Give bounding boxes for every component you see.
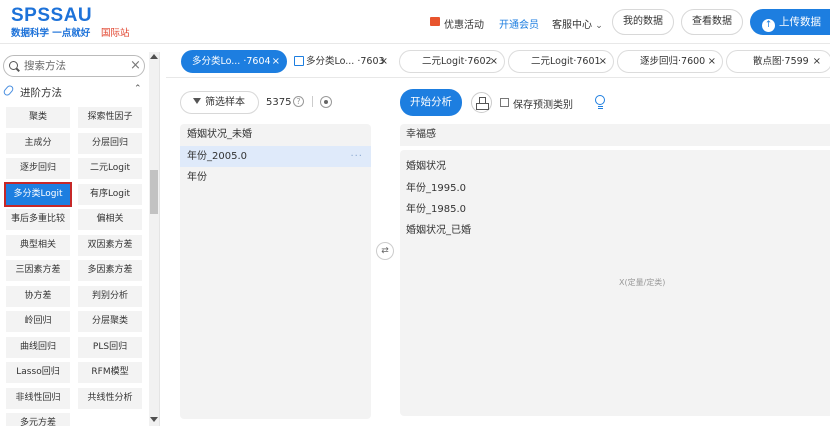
paperclip-icon: [2, 84, 15, 97]
method-button[interactable]: 事后多重比较: [6, 209, 70, 230]
view-data-button[interactable]: 查看数据: [681, 9, 743, 35]
filter-icon: [193, 98, 201, 104]
section-advanced-methods[interactable]: 进阶方法 ⌃: [2, 84, 146, 100]
close-icon[interactable]: ×: [380, 51, 388, 72]
tab-7601[interactable]: 二元Logit·7601 ×: [508, 50, 614, 73]
support-center-menu[interactable]: 客服中心 ⌄: [552, 16, 603, 31]
save-prediction-checkbox[interactable]: [500, 98, 509, 107]
tab-7603[interactable]: 多分类Lo... ·7603 ×: [290, 50, 395, 73]
more-icon[interactable]: ···: [350, 146, 363, 167]
x-variable-item[interactable]: 婚姻状况: [406, 157, 446, 172]
method-button[interactable]: Lasso回归: [6, 362, 70, 383]
support-center-label: 客服中心: [552, 20, 592, 31]
swap-icon[interactable]: ⇄: [376, 242, 394, 260]
tab-7604[interactable]: 多分类Lo... ·7604 ×: [181, 50, 287, 73]
filter-label: 筛选样本: [205, 97, 245, 108]
chevron-up-icon[interactable]: ⌃: [134, 84, 142, 94]
filter-sample-button[interactable]: 筛选样本: [180, 91, 259, 114]
method-button[interactable]: 多因素方差: [78, 260, 142, 281]
x-variable-box[interactable]: 婚姻状况 年份_1995.0 年份_1985.0 婚姻状况_已婚 X(定量/定类…: [400, 150, 830, 416]
clear-search-icon[interactable]: ×: [130, 58, 141, 74]
method-button[interactable]: 三因素方差: [6, 260, 70, 281]
top-header: SPSSAU 数据科学 一点就好 国际站 优惠活动 开通会员 客服中心 ⌄ 我的…: [0, 0, 830, 44]
variable-item-selected[interactable]: 年份_2005.0 ···: [180, 146, 371, 167]
tab-label: 散点图·7599: [753, 56, 809, 67]
logo-title[interactable]: SPSSAU: [11, 5, 92, 27]
intl-site-link[interactable]: 国际站: [101, 25, 130, 39]
gift-icon: [430, 17, 440, 26]
close-icon[interactable]: ×: [599, 51, 607, 72]
x-placeholder-hint: X(定量/定类): [619, 278, 666, 287]
scroll-down-icon[interactable]: [150, 417, 158, 422]
scroll-up-icon[interactable]: [150, 54, 158, 59]
analysis-tabs: 多分类Lo... ·7604 × 多分类Lo... ·7603 × 二元Logi…: [166, 46, 830, 78]
x-variable-item[interactable]: 年份_1995.0: [406, 179, 466, 194]
clear-icon[interactable]: [471, 92, 492, 113]
method-button[interactable]: 共线性分析: [78, 388, 142, 409]
start-analysis-button[interactable]: 开始分析: [400, 89, 462, 116]
method-button[interactable]: 聚类: [6, 107, 70, 128]
variable-item[interactable]: 婚姻状况_未婚: [180, 124, 371, 145]
variable-list: 婚姻状况_未婚 年份_2005.0 ··· 年份: [180, 124, 371, 419]
save-prediction-label: 保存预测类别: [513, 100, 573, 111]
promo-link[interactable]: 优惠活动: [444, 16, 484, 31]
tab-label: 二元Logit·7601: [531, 56, 601, 67]
method-button[interactable]: 多元方差: [6, 413, 70, 426]
method-button[interactable]: 协方差: [6, 286, 70, 307]
radio-toggle-icon[interactable]: [320, 96, 332, 108]
search-box[interactable]: ×: [3, 55, 145, 77]
method-button[interactable]: 分层聚类: [78, 311, 142, 332]
lightbulb-icon[interactable]: [595, 95, 605, 105]
my-data-button[interactable]: 我的数据: [612, 9, 674, 35]
method-button[interactable]: 逐步回归: [6, 158, 70, 179]
divider: [312, 96, 313, 107]
search-input[interactable]: [24, 58, 124, 74]
method-button[interactable]: PLS回归: [78, 337, 142, 358]
tab-label: 逐步回归·7600: [640, 56, 706, 67]
close-icon[interactable]: ×: [708, 51, 716, 72]
upload-icon: ↑: [762, 19, 775, 32]
vip-link[interactable]: 开通会员: [499, 16, 539, 31]
scroll-thumb[interactable]: [150, 170, 158, 214]
variable-item[interactable]: 年份: [180, 167, 371, 188]
y-variable: 幸福感: [406, 129, 436, 140]
upload-label: 上传数据: [779, 16, 821, 28]
method-button[interactable]: 双因素方差: [78, 235, 142, 256]
close-icon[interactable]: ×: [490, 51, 498, 72]
method-button[interactable]: 曲线回归: [6, 337, 70, 358]
tab-label: 多分类Lo... ·7603: [306, 56, 385, 67]
method-button[interactable]: 岭回归: [6, 311, 70, 332]
sample-count: 5375: [266, 97, 292, 108]
method-button[interactable]: RFM模型: [78, 362, 142, 383]
y-variable-box[interactable]: 幸福感: [400, 124, 830, 146]
close-icon[interactable]: ×: [272, 51, 280, 72]
close-icon[interactable]: ×: [813, 51, 821, 72]
method-button[interactable]: 有序Logit: [78, 184, 142, 205]
help-icon[interactable]: ?: [293, 96, 304, 107]
tab-label: 多分类Lo... ·7604: [192, 56, 271, 67]
tab-label: 二元Logit·7602: [422, 56, 492, 67]
x-variable-item[interactable]: 婚姻状况_已婚: [406, 221, 471, 236]
chevron-down-icon: ⌄: [595, 21, 603, 31]
tab-7599[interactable]: 散点图·7599 ×: [726, 50, 830, 73]
sidebar-scrollbar[interactable]: [149, 52, 159, 426]
logo-subtitle: 数据科学 一点就好: [11, 28, 91, 39]
x-variable-item[interactable]: 年份_1985.0: [406, 200, 466, 215]
tab-7602[interactable]: 二元Logit·7602 ×: [399, 50, 505, 73]
method-button[interactable]: 判别分析: [78, 286, 142, 307]
method-button[interactable]: 典型相关: [6, 235, 70, 256]
method-button[interactable]: 探索性因子: [78, 107, 142, 128]
upload-data-button[interactable]: ↑ 上传数据: [750, 9, 830, 35]
section-title: 进阶方法: [20, 87, 62, 99]
method-button[interactable]: 偏相关: [78, 209, 142, 230]
method-button[interactable]: 多分类Logit: [4, 182, 72, 207]
tab-7600[interactable]: 逐步回归·7600 ×: [617, 50, 723, 73]
method-button[interactable]: 非线性回归: [6, 388, 70, 409]
method-button[interactable]: 主成分: [6, 133, 70, 154]
method-button[interactable]: 二元Logit: [78, 158, 142, 179]
table-icon: [294, 56, 304, 66]
method-button[interactable]: 分层回归: [78, 133, 142, 154]
method-sidebar: × 进阶方法 ⌃ 聚类探索性因子主成分分层回归逐步回归二元Logit 多分类Log…: [0, 52, 160, 426]
